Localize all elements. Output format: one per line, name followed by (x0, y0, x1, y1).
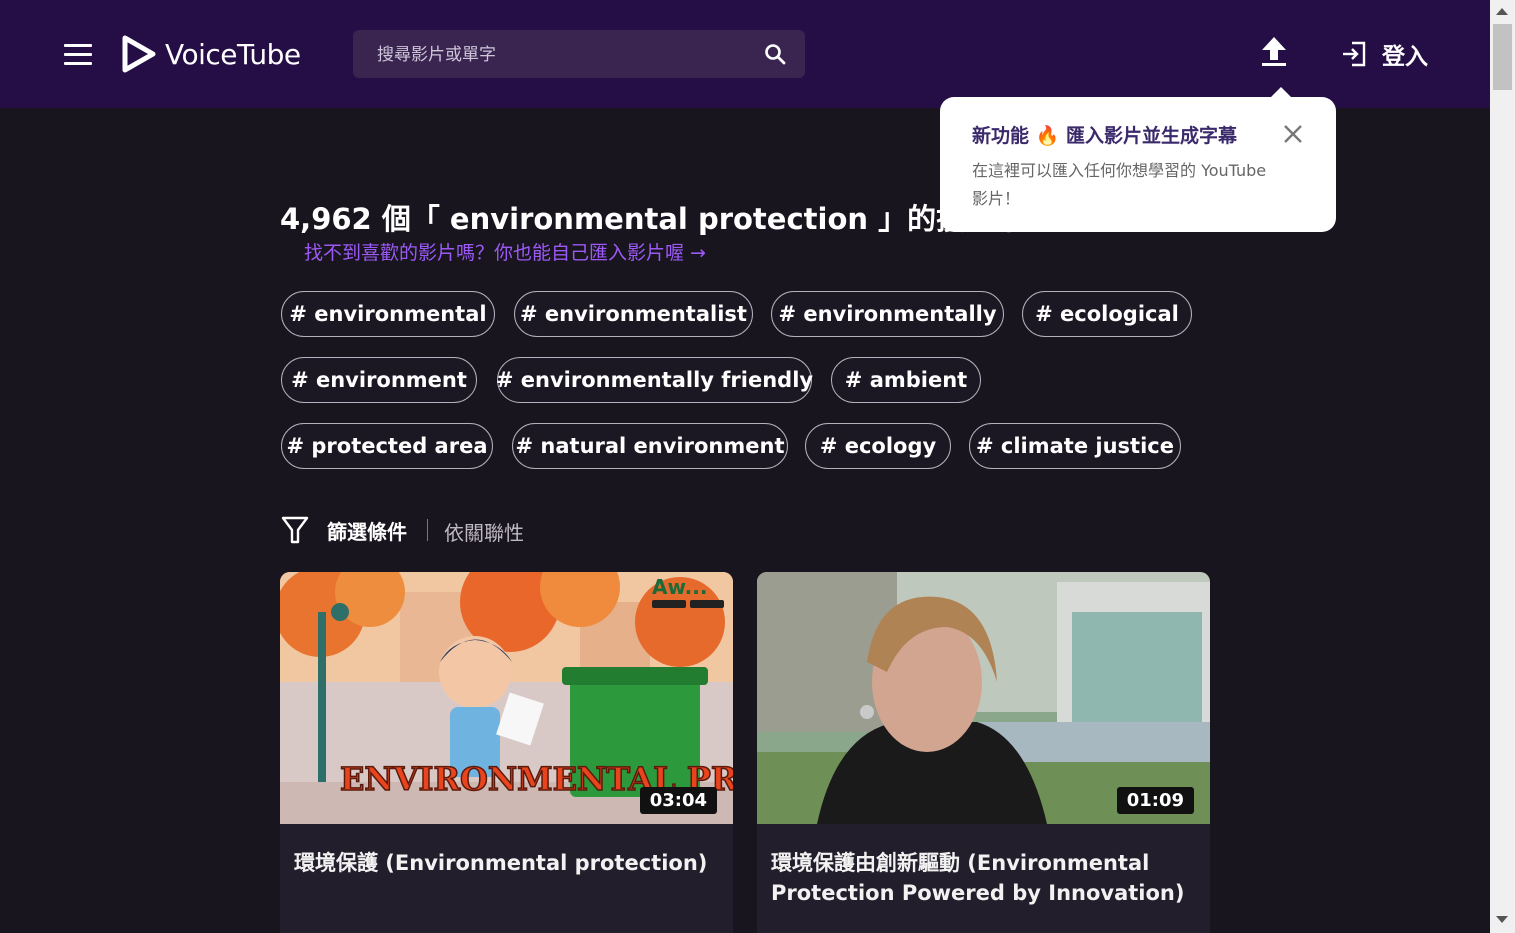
voicetube-logo[interactable]: VoiceTube (119, 30, 319, 78)
video-title[interactable]: 環境保護由創新驅動 (Environmental Protection Powe… (771, 848, 1196, 908)
tag-protected-area[interactable]: # protected area (281, 423, 493, 469)
sort-relevance[interactable]: 依關聯性 (444, 517, 524, 546)
divider (427, 519, 428, 541)
search-input[interactable] (375, 30, 759, 80)
tag-environmentally-friendly[interactable]: # environmentally friendly (496, 357, 813, 403)
tag-climate-justice[interactable]: # climate justice (969, 423, 1181, 469)
import-video-link[interactable]: 找不到喜歡的影片嗎？你也能自己匯入影片喔 → (304, 238, 706, 265)
scrollbar-thumb[interactable] (1493, 24, 1512, 90)
filter-button[interactable]: 篩選條件 (281, 512, 413, 548)
tag-natural-environment[interactable]: # natural environment (512, 423, 788, 469)
tag-environmental[interactable]: # environmental (281, 291, 495, 337)
video-duration: 03:04 (639, 787, 717, 814)
login-label: 登入 (1382, 44, 1428, 70)
video-thumbnail[interactable]: 01:09 (757, 572, 1210, 824)
favorite-icon[interactable] (683, 589, 719, 625)
video-thumbnail[interactable]: ENVIRONMENTAL PROTECTION Aw... 03:04 (280, 572, 733, 824)
close-icon[interactable] (1278, 119, 1308, 149)
popup-title-suffix: 匯入影片並生成字幕 (1065, 125, 1237, 147)
tag-environmentally[interactable]: # environmentally (771, 291, 1004, 337)
popup-arrow (1271, 87, 1291, 97)
upload-icon[interactable] (1256, 33, 1292, 69)
tag-ecological[interactable]: # ecological (1022, 291, 1192, 337)
video-title[interactable]: 環境保護 (Environmental protection) (294, 848, 719, 878)
popup-title: 新功能 🔥 匯入影片並生成字幕 (972, 121, 1237, 148)
tag-environmentalist[interactable]: # environmentalist (514, 291, 753, 337)
new-feature-popup: 新功能 🔥 匯入影片並生成字幕 在這裡可以匯入任何你想學習的 YouTube 影… (940, 87, 1336, 232)
results-title: 4,962 個「 environmental protection 」的搜尋結果 (280, 202, 1053, 236)
page-scrollbar[interactable] (1490, 0, 1515, 933)
scroll-up-arrow-icon[interactable] (1496, 8, 1508, 15)
video-duration: 01:09 (1116, 787, 1194, 814)
logo-text: VoiceTube (165, 37, 301, 71)
search-bar (353, 30, 805, 80)
filter-icon (281, 516, 309, 544)
tag-ecology[interactable]: # ecology (805, 423, 951, 469)
play-logo-icon (122, 35, 156, 73)
search-icon[interactable] (763, 42, 787, 66)
video-card[interactable]: ENVIRONMENTAL PROTECTION Aw... 03:04 環境保… (280, 572, 733, 933)
popup-title-prefix: 新功能 (972, 125, 1030, 147)
hamburger-menu-icon[interactable] (60, 38, 96, 72)
fire-icon: 🔥 (1035, 125, 1060, 147)
scroll-down-arrow-icon[interactable] (1496, 916, 1508, 923)
login-icon (1343, 41, 1366, 67)
popup-body: 在這裡可以匯入任何你想學習的 YouTube 影片！ (972, 161, 1267, 208)
tag-ambient[interactable]: # ambient (831, 357, 981, 403)
favorite-icon[interactable] (1160, 589, 1196, 625)
video-card[interactable]: 01:09 環境保護由創新驅動 (Environmental Protectio… (757, 572, 1210, 933)
tag-environment[interactable]: # environment (281, 357, 477, 403)
top-header: VoiceTube 登入 (0, 0, 1490, 108)
filter-label: 篩選條件 (327, 519, 407, 544)
login-button[interactable]: 登入 (1340, 36, 1432, 72)
